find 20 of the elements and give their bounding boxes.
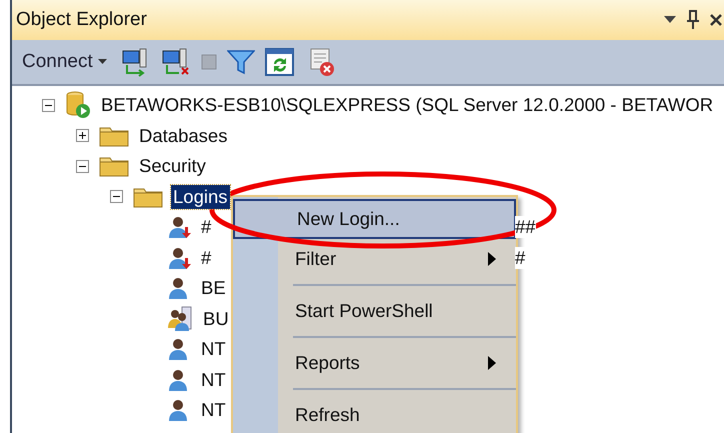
tree-item[interactable]: # (199, 246, 214, 270)
tree-item[interactable]: NT (199, 337, 228, 362)
tree-item[interactable]: NT (199, 368, 228, 392)
tree-item[interactable]: Databases (137, 124, 230, 148)
tree-item[interactable]: Logins (171, 184, 230, 209)
menu-item[interactable]: Filter (233, 239, 516, 279)
tree-item[interactable]: # (199, 215, 214, 240)
tree-item[interactable]: BU (201, 306, 231, 331)
tree-item[interactable]: NT (199, 398, 228, 422)
tree-item[interactable]: BETAWORKS-ESB10\SQLEXPRESS (SQL Server 12.0.2000 - BETAWOR (99, 93, 716, 118)
menu-item[interactable]: Start PowerShell (233, 291, 516, 331)
tree-item-text: ## (515, 216, 536, 238)
connect-button[interactable]: Connect (22, 51, 111, 73)
menu-item[interactable]: Reports (233, 343, 516, 383)
tree-item[interactable]: Security (137, 154, 208, 178)
tree-item[interactable]: BE (199, 276, 228, 300)
panel-title: Object Explorer (16, 9, 147, 31)
menu-item[interactable]: New Login... (233, 199, 516, 239)
tree-item-text: # (515, 246, 526, 269)
menu-item[interactable]: Refresh (233, 395, 516, 433)
